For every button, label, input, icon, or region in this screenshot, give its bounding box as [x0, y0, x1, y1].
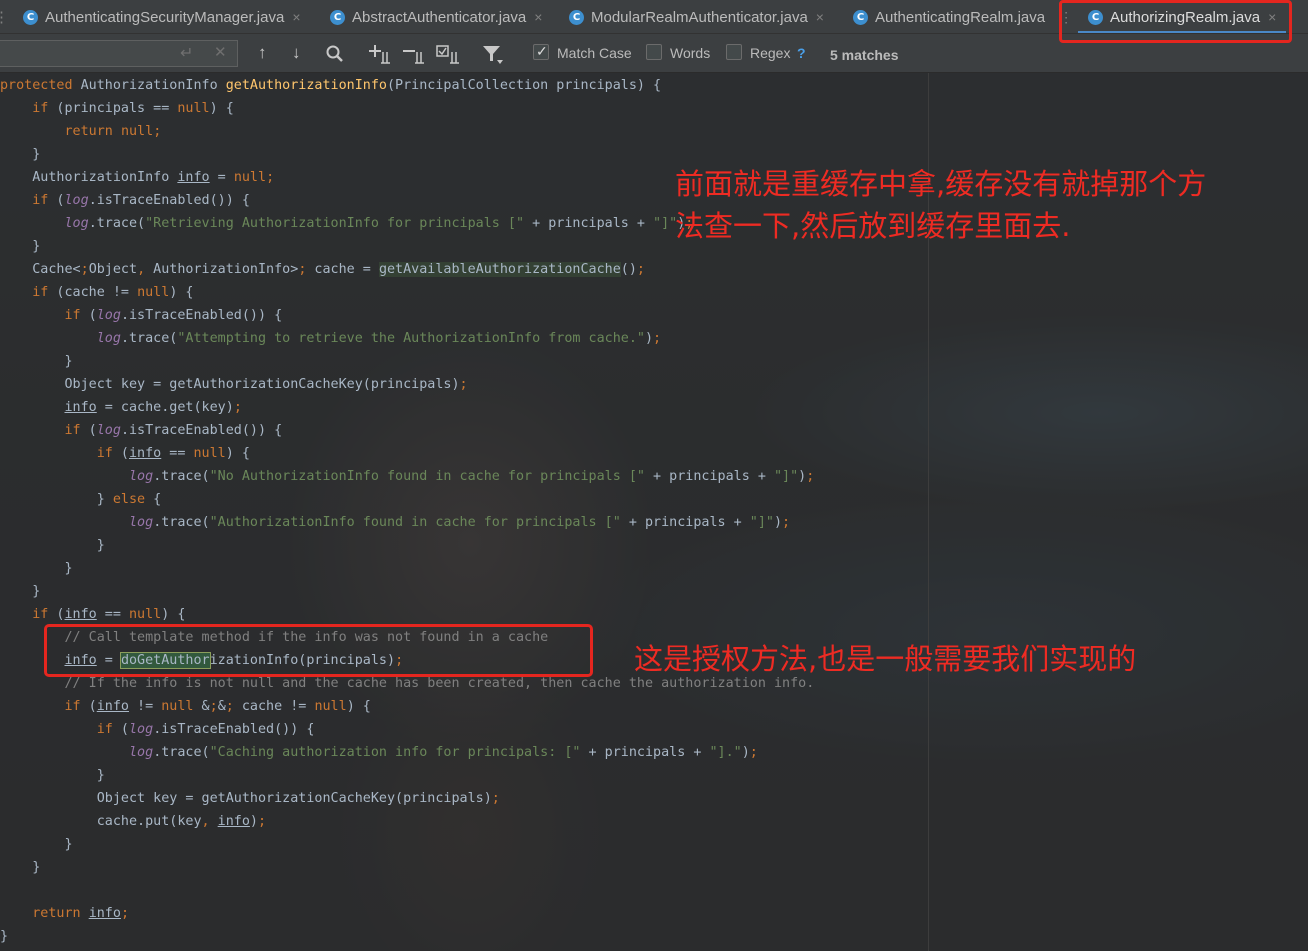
tab-label: ModularRealmAuthenticator.java [591, 8, 808, 26]
code-line[interactable]: Object key = getAuthorizationCacheKey(pr… [0, 787, 500, 810]
code-line[interactable]: log.trace("Attempting to retrieve the Au… [0, 327, 661, 350]
close-icon[interactable]: × [292, 9, 300, 25]
new-line-icon[interactable]: ↵ [180, 43, 193, 63]
tab-label: AuthenticatingRealm.java [875, 8, 1046, 26]
code-line[interactable]: } [0, 925, 8, 948]
prev-occurrence-icon[interactable]: ↑ [258, 42, 267, 64]
find-all-icon[interactable] [325, 44, 345, 64]
search-field: ↵ ✕ [0, 40, 238, 67]
code-line[interactable]: Object key = getAuthorizationCacheKey(pr… [0, 373, 467, 396]
regex-checkbox[interactable] [726, 44, 742, 60]
code-line[interactable]: if (cache != null) { [0, 281, 193, 304]
code-line[interactable]: log.trace("No AuthorizationInfo found in… [0, 465, 814, 488]
code-line[interactable]: AuthorizationInfo info = null; [0, 166, 274, 189]
regex-label: Regex [750, 45, 791, 61]
tab-authenticating-realm[interactable]: C AuthenticatingRealm.java ⋮ [853, 0, 1073, 33]
add-occurrence-icon[interactable] [368, 44, 392, 64]
code-line[interactable]: } [0, 350, 72, 373]
code-line[interactable]: } [0, 833, 72, 856]
match-case-checkbox[interactable] [533, 43, 549, 60]
code-line[interactable]: } [0, 856, 40, 879]
annotation-highlight-box [44, 624, 593, 677]
annotation-authorization-note: 这是授权方法,也是一般需要我们实现的 [634, 642, 1137, 676]
match-count: 5 matches [830, 47, 899, 63]
annotation-cache-note-line1: 前面就是重缓存中拿,缓存没有就掉那个方 [675, 167, 1207, 201]
code-line[interactable]: cache.put(key, info); [0, 810, 266, 833]
filter-icon[interactable] [482, 44, 504, 66]
code-line[interactable]: if (log.isTraceEnabled()) { [0, 419, 283, 442]
code-line[interactable]: if (principals == null) { [0, 97, 234, 120]
search-input[interactable] [4, 44, 164, 64]
tab-authenticating-security-manager[interactable]: ⋮ C AuthenticatingSecurityManager.java × [0, 0, 301, 33]
code-line[interactable]: if (log.isTraceEnabled()) { [0, 718, 315, 741]
code-line[interactable]: info = cache.get(key); [0, 396, 242, 419]
remove-occurrence-icon[interactable] [402, 44, 426, 64]
code-line[interactable]: if (log.isTraceEnabled()) { [0, 189, 250, 212]
code-line[interactable]: } [0, 764, 105, 787]
code-line[interactable]: if (info != null &;&; cache != null) { [0, 695, 371, 718]
code-line[interactable]: if (log.isTraceEnabled()) { [0, 304, 283, 327]
annotation-cache-note-line2: 法查一下,然后放到缓存里面去. [675, 209, 1071, 243]
words-label: Words [670, 45, 711, 61]
select-all-occurrences-icon[interactable] [436, 44, 462, 64]
code-line[interactable]: Cache<;Object, AuthorizationInfo>; cache… [0, 258, 645, 281]
tab-abstract-authenticator[interactable]: C AbstractAuthenticator.java × [330, 0, 542, 33]
class-icon: C [853, 9, 868, 25]
words-checkbox[interactable] [646, 44, 662, 60]
code-line[interactable]: log.trace("Caching authorization info fo… [0, 741, 758, 764]
code-line[interactable]: return info; [0, 902, 129, 925]
code-line[interactable]: if (info == null) { [0, 442, 250, 465]
code-line[interactable]: log.trace("AuthorizationInfo found in ca… [0, 511, 790, 534]
match-case-label: Match Case [557, 45, 632, 61]
code-line[interactable]: log.trace("Retrieving AuthorizationInfo … [0, 212, 694, 235]
clear-search-icon[interactable]: ✕ [214, 43, 227, 61]
active-tab-highlight-box [1059, 0, 1292, 43]
code-line[interactable]: } [0, 580, 40, 603]
next-occurrence-icon[interactable]: ↓ [292, 42, 301, 64]
class-icon: C [330, 9, 345, 25]
code-line[interactable]: } [0, 534, 105, 557]
close-icon[interactable]: × [816, 9, 824, 25]
class-icon: C [569, 9, 584, 25]
tab-label: AbstractAuthenticator.java [352, 8, 527, 26]
class-icon: C [23, 9, 38, 25]
code-line[interactable]: } [0, 557, 72, 580]
tab-label: AuthenticatingSecurityManager.java [45, 8, 285, 26]
regex-help-icon[interactable]: ? [797, 45, 806, 61]
code-line[interactable]: protected AuthorizationInfo getAuthoriza… [0, 74, 661, 97]
code-line[interactable]: if (info == null) { [0, 603, 185, 626]
code-line[interactable]: } [0, 235, 40, 258]
close-icon[interactable]: × [534, 9, 542, 25]
tab-modular-realm-authenticator[interactable]: C ModularRealmAuthenticator.java × [569, 0, 824, 33]
code-line[interactable]: return null; [0, 120, 162, 143]
tab-overflow-icon: ⋮ [0, 8, 9, 26]
code-line[interactable]: } [0, 143, 40, 166]
annotation-cache-note: 前面就是重缓存中拿,缓存没有就掉那个方 法查一下,然后放到缓存里面去. [675, 163, 1206, 247]
code-line[interactable]: } else { [0, 488, 162, 511]
